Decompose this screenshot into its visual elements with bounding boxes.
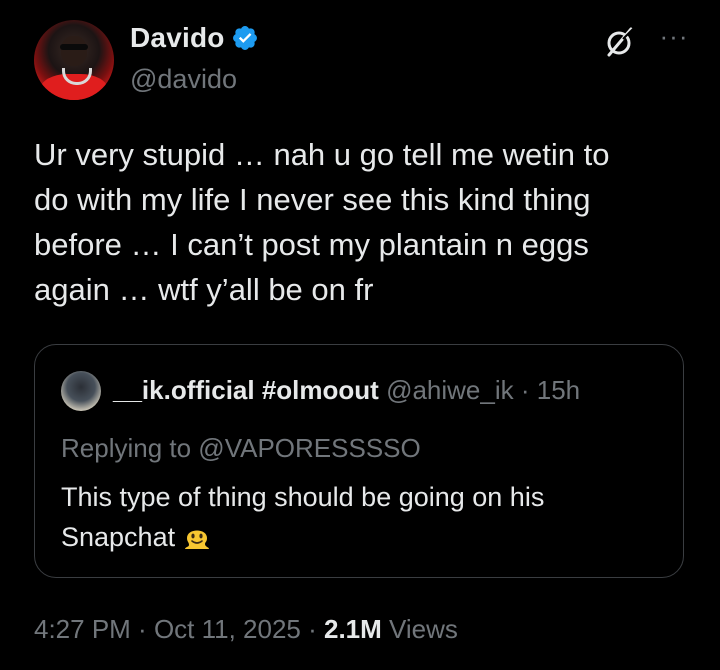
views-count: 2.1M [324, 614, 382, 644]
quoted-author-avatar[interactable] [61, 371, 101, 411]
quoted-tweet-header: __ik.official #olmoout @ahiwe_ik · 15h [113, 375, 667, 406]
meta-separator-2: · [300, 614, 324, 644]
verified-badge-icon [232, 26, 257, 50]
quoted-tweet-text-container: This type of thing should be going on hi… [61, 477, 661, 557]
grok-icon[interactable] [604, 26, 636, 58]
author-handle[interactable]: @davido [130, 64, 237, 95]
meta-separator: · [130, 614, 154, 644]
avatar-face [61, 36, 87, 66]
author-display-name[interactable]: Davido [130, 22, 225, 54]
melting-face-emoji-icon [185, 530, 210, 549]
tweet-header: Davido @davido ··· [34, 20, 692, 102]
more-icon[interactable]: ··· [656, 23, 692, 56]
quoted-separator: · [513, 375, 537, 405]
views-label: Views [381, 614, 458, 644]
tweet-card: Davido @davido ··· Ur very stupid … nah … [0, 0, 720, 670]
post-date[interactable]: Oct 11, 2025 [154, 614, 301, 644]
post-time[interactable]: 4:27 PM [34, 614, 131, 644]
quoted-author-handle[interactable]: @ahiwe_ik [386, 375, 514, 405]
author-name-row: Davido [130, 22, 259, 54]
quoted-tweet-text: This type of thing should be going on hi… [61, 482, 545, 552]
quoted-timestamp[interactable]: 15h [537, 375, 580, 405]
quoted-tweet[interactable]: __ik.official #olmoout @ahiwe_ik · 15h R… [34, 344, 684, 578]
author-avatar[interactable] [34, 20, 114, 100]
quoted-author-name[interactable]: __ik.official #olmoout [113, 375, 379, 405]
replying-to-label: Replying to @VAPORESSSSO [61, 433, 421, 463]
avatar-glasses [60, 44, 88, 50]
tweet-text: Ur very stupid … nah u go tell me wetin … [34, 137, 610, 307]
tweet-meta: 4:27 PM · Oct 11, 2025 · 2.1M Views [34, 614, 458, 645]
